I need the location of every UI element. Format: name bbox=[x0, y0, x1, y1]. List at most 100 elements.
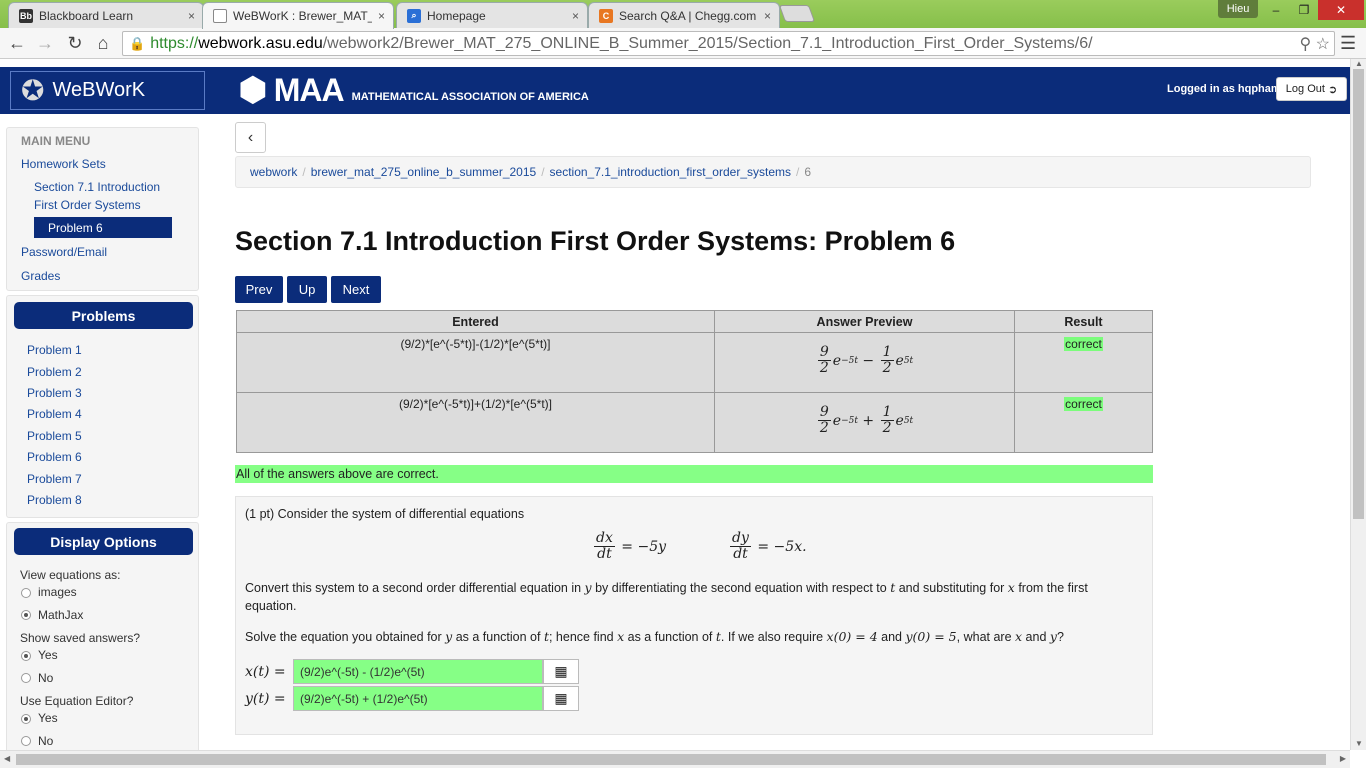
window-close-icon[interactable]: ✕ bbox=[1318, 0, 1364, 20]
vertical-scrollbar[interactable]: ▲ ▼ bbox=[1350, 59, 1366, 750]
problem-text: and bbox=[877, 630, 906, 644]
problem-text: by differentiating the second equation w… bbox=[591, 581, 891, 595]
logout-button[interactable]: Log Out ➲ bbox=[1276, 77, 1347, 101]
answer-y-input[interactable]: (9/2)e^(-5t) + (1/2)e^(5t) bbox=[293, 686, 543, 711]
breadcrumb-webwork[interactable]: webwork bbox=[250, 165, 297, 179]
header-preview: Answer Preview bbox=[714, 310, 1015, 333]
breadcrumb-current: 6 bbox=[804, 165, 812, 179]
scroll-thumb[interactable] bbox=[16, 754, 1326, 765]
next-button[interactable]: Next bbox=[331, 276, 381, 303]
up-button[interactable]: Up bbox=[287, 276, 327, 303]
problem-link-4[interactable]: Problem 4 bbox=[27, 407, 82, 421]
radio-saved-no[interactable] bbox=[21, 673, 31, 683]
menu-icon[interactable]: ☰ bbox=[1340, 33, 1356, 54]
signout-icon: ➲ bbox=[1327, 83, 1338, 96]
scroll-up-icon[interactable]: ▲ bbox=[1355, 59, 1363, 68]
radio-editor-no[interactable] bbox=[21, 736, 31, 746]
radio-mathjax[interactable] bbox=[21, 610, 31, 620]
maa-short: MAA bbox=[273, 71, 345, 108]
homework-sets-link[interactable]: Homework Sets bbox=[21, 157, 106, 171]
section-link-line1[interactable]: Section 7.1 Introduction bbox=[34, 180, 160, 194]
scroll-thumb[interactable] bbox=[1353, 69, 1364, 519]
maximize-icon[interactable]: ❐ bbox=[1290, 0, 1318, 20]
answer-preview: 9 2 e −5t + 1 2 e 5t bbox=[817, 404, 914, 437]
grades-link[interactable]: Grades bbox=[21, 269, 60, 283]
brand-name: WeBWorK bbox=[52, 79, 146, 101]
zoom-star-icons[interactable]: ⚲ ☆ bbox=[1299, 34, 1330, 54]
answer-label: x(t) = bbox=[245, 663, 286, 680]
horizontal-scrollbar[interactable]: ◀ ▶ bbox=[0, 750, 1350, 768]
back-arrow-icon[interactable]: ← bbox=[4, 31, 30, 55]
problem-text: . If we also require bbox=[720, 630, 827, 644]
problem-body: (1 pt) Consider the system of differenti… bbox=[235, 496, 1153, 735]
breadcrumb-course[interactable]: brewer_mat_275_online_b_summer_2015 bbox=[311, 165, 536, 179]
radio-saved-yes[interactable] bbox=[21, 651, 31, 661]
reload-icon[interactable]: ↻ bbox=[62, 31, 88, 55]
math-var: x bbox=[1007, 580, 1015, 595]
exponent: 5t bbox=[903, 355, 914, 366]
radio-editor-yes[interactable] bbox=[21, 714, 31, 724]
tab-webwork[interactable]: WeBWorK : Brewer_MAT_2 × bbox=[202, 2, 394, 29]
fraction: 92 bbox=[817, 344, 831, 377]
maa-logo[interactable]: ⬢ MAA MATHEMATICAL ASSOCIATION OF AMERIC… bbox=[238, 71, 589, 109]
header-entered: Entered bbox=[236, 310, 715, 333]
logout-label: Log Out bbox=[1285, 83, 1325, 95]
problem-text: , what are bbox=[956, 630, 1016, 644]
problem-link-1[interactable]: Problem 1 bbox=[27, 343, 82, 357]
back-button[interactable]: ‹ bbox=[235, 122, 266, 153]
radio-images[interactable] bbox=[21, 588, 31, 598]
webwork-logo[interactable]: ✪ WeBWorK bbox=[10, 71, 205, 110]
active-problem-link[interactable]: Problem 6 bbox=[34, 217, 172, 238]
home-icon[interactable]: ⌂ bbox=[90, 31, 116, 55]
result-cell: correct bbox=[1014, 332, 1153, 393]
problem-link-2[interactable]: Problem 2 bbox=[27, 365, 82, 379]
problems-panel: Problems Problem 1 Problem 2 Problem 3 P… bbox=[6, 295, 199, 518]
tab-chegg[interactable]: C Search Q&A | Chegg.com × bbox=[588, 2, 780, 28]
password-email-link[interactable]: Password/Email bbox=[21, 245, 107, 259]
polyhedron-icon: ⬢ bbox=[238, 71, 268, 109]
main-menu-heading: MAIN MENU bbox=[21, 134, 91, 148]
tab-blackboard[interactable]: Bb Blackboard Learn × bbox=[8, 2, 204, 28]
math-var: y bbox=[584, 580, 592, 595]
new-tab-button[interactable] bbox=[778, 5, 816, 22]
fraction: 12 bbox=[880, 344, 894, 377]
problem-link-3[interactable]: Problem 3 bbox=[27, 386, 82, 400]
tab-homepage[interactable]: ⌕ Homepage × bbox=[396, 2, 588, 28]
problem-link-8[interactable]: Problem 8 bbox=[27, 493, 82, 507]
problem-link-5[interactable]: Problem 5 bbox=[27, 429, 82, 443]
tab-close-icon[interactable]: × bbox=[188, 9, 195, 23]
prev-button[interactable]: Prev bbox=[235, 276, 283, 303]
section-link-line2[interactable]: First Order Systems bbox=[34, 198, 141, 212]
tab-title: Homepage bbox=[427, 8, 486, 23]
forward-arrow-icon[interactable]: → bbox=[32, 31, 58, 55]
problem-link-7[interactable]: Problem 7 bbox=[27, 472, 82, 486]
tab-close-icon[interactable]: × bbox=[764, 9, 771, 23]
breadcrumb-set[interactable]: section_7.1_introduction_first_order_sys… bbox=[550, 165, 791, 179]
fraction-denominator: dt bbox=[597, 546, 612, 563]
url-scheme: https:// bbox=[150, 34, 199, 52]
equation-editor-grid-icon[interactable]: ▦ bbox=[543, 659, 579, 684]
address-bar[interactable]: 🔒 https://webwork.asu.edu/webwork2/Brewe… bbox=[122, 31, 1335, 56]
table-row: (9/2)*[e^(-5*t)]-(1/2)*[e^(5*t)] 9 2 e −5t … bbox=[236, 332, 1153, 393]
equation-editor-grid-icon[interactable]: ▦ bbox=[543, 686, 579, 711]
radio-saved-no-label: No bbox=[38, 671, 54, 685]
minimize-icon[interactable]: – bbox=[1262, 0, 1290, 20]
problems-heading: Problems bbox=[14, 302, 193, 329]
answer-x-input[interactable]: (9/2)e^(-5t) - (1/2)e^(5t) bbox=[293, 659, 543, 684]
profile-chip[interactable]: Hieu bbox=[1218, 0, 1258, 18]
result-cell: correct bbox=[1014, 392, 1153, 453]
table-row: (9/2)*[e^(-5*t)]+(1/2)*[e^(5*t)] 9 2 e −5t … bbox=[236, 392, 1153, 453]
math-expr: x(0) = 4 bbox=[826, 629, 878, 644]
problem-text: as a function of bbox=[452, 630, 544, 644]
answer-preview: 9 2 e −5t − 1 2 e 5t bbox=[817, 344, 914, 377]
fraction-numerator: 9 bbox=[817, 344, 831, 362]
tab-close-icon[interactable]: × bbox=[572, 9, 579, 23]
scroll-left-icon[interactable]: ◀ bbox=[4, 754, 10, 763]
tab-close-icon[interactable]: × bbox=[378, 9, 385, 23]
operator: − bbox=[862, 352, 875, 369]
problem-link-6[interactable]: Problem 6 bbox=[27, 450, 82, 464]
problem-text: as a function of bbox=[624, 630, 716, 644]
scroll-down-icon[interactable]: ▼ bbox=[1355, 739, 1363, 748]
scroll-right-icon[interactable]: ▶ bbox=[1340, 754, 1346, 763]
show-saved-label: Show saved answers? bbox=[20, 631, 141, 645]
